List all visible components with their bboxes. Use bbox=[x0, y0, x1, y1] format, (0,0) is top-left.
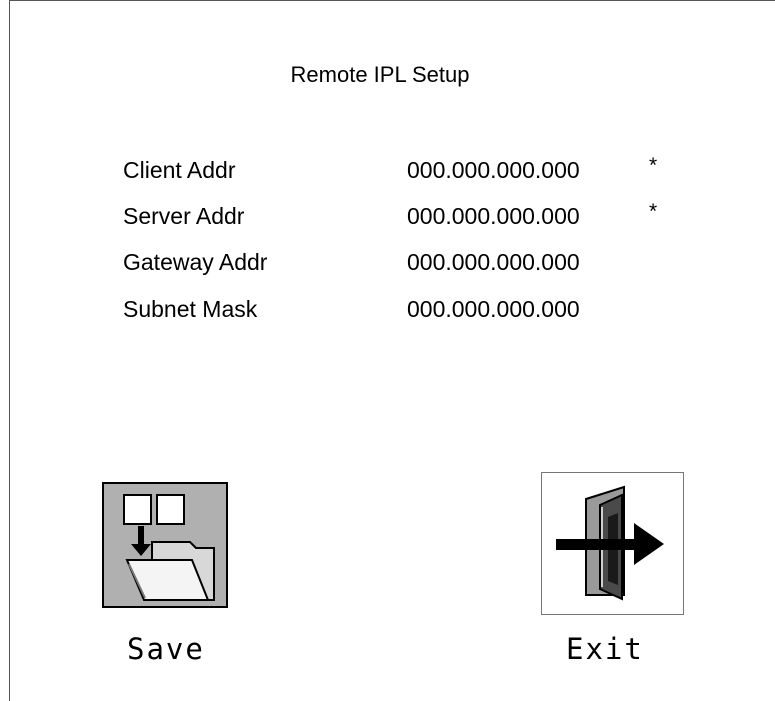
field-row-client-addr: Client Addr 000.000.000.000 * bbox=[0, 154, 775, 187]
door-exit-icon bbox=[556, 485, 664, 601]
save-label[interactable]: Save bbox=[127, 632, 205, 666]
gateway-addr-label: Gateway Addr bbox=[123, 249, 268, 275]
server-addr-field[interactable]: 000.000.000.000 bbox=[407, 203, 580, 230]
folder-save-icon bbox=[123, 494, 215, 601]
window-top-border bbox=[9, 0, 775, 1]
exit-label[interactable]: Exit bbox=[566, 632, 644, 666]
field-row-server-addr: Server Addr 000.000.000.000 * bbox=[0, 200, 775, 233]
exit-button[interactable] bbox=[541, 472, 684, 615]
field-row-gateway-addr: Gateway Addr 000.000.000.000 bbox=[0, 249, 775, 279]
server-addr-required-marker: * bbox=[649, 200, 658, 223]
subnet-mask-label: Subnet Mask bbox=[123, 296, 258, 322]
field-row-subnet-mask: Subnet Mask 000.000.000.000 bbox=[0, 296, 775, 326]
subnet-mask-field[interactable]: 000.000.000.000 bbox=[407, 296, 580, 323]
window-left-border bbox=[9, 0, 10, 701]
gateway-addr-field[interactable]: 000.000.000.000 bbox=[407, 249, 580, 276]
client-addr-required-marker: * bbox=[649, 154, 658, 177]
client-addr-label: Client Addr bbox=[123, 157, 236, 183]
client-addr-field[interactable]: 000.000.000.000 bbox=[407, 157, 580, 184]
page-title: Remote IPL Setup bbox=[290, 62, 470, 87]
save-button[interactable] bbox=[102, 482, 228, 608]
server-addr-label: Server Addr bbox=[123, 203, 245, 229]
